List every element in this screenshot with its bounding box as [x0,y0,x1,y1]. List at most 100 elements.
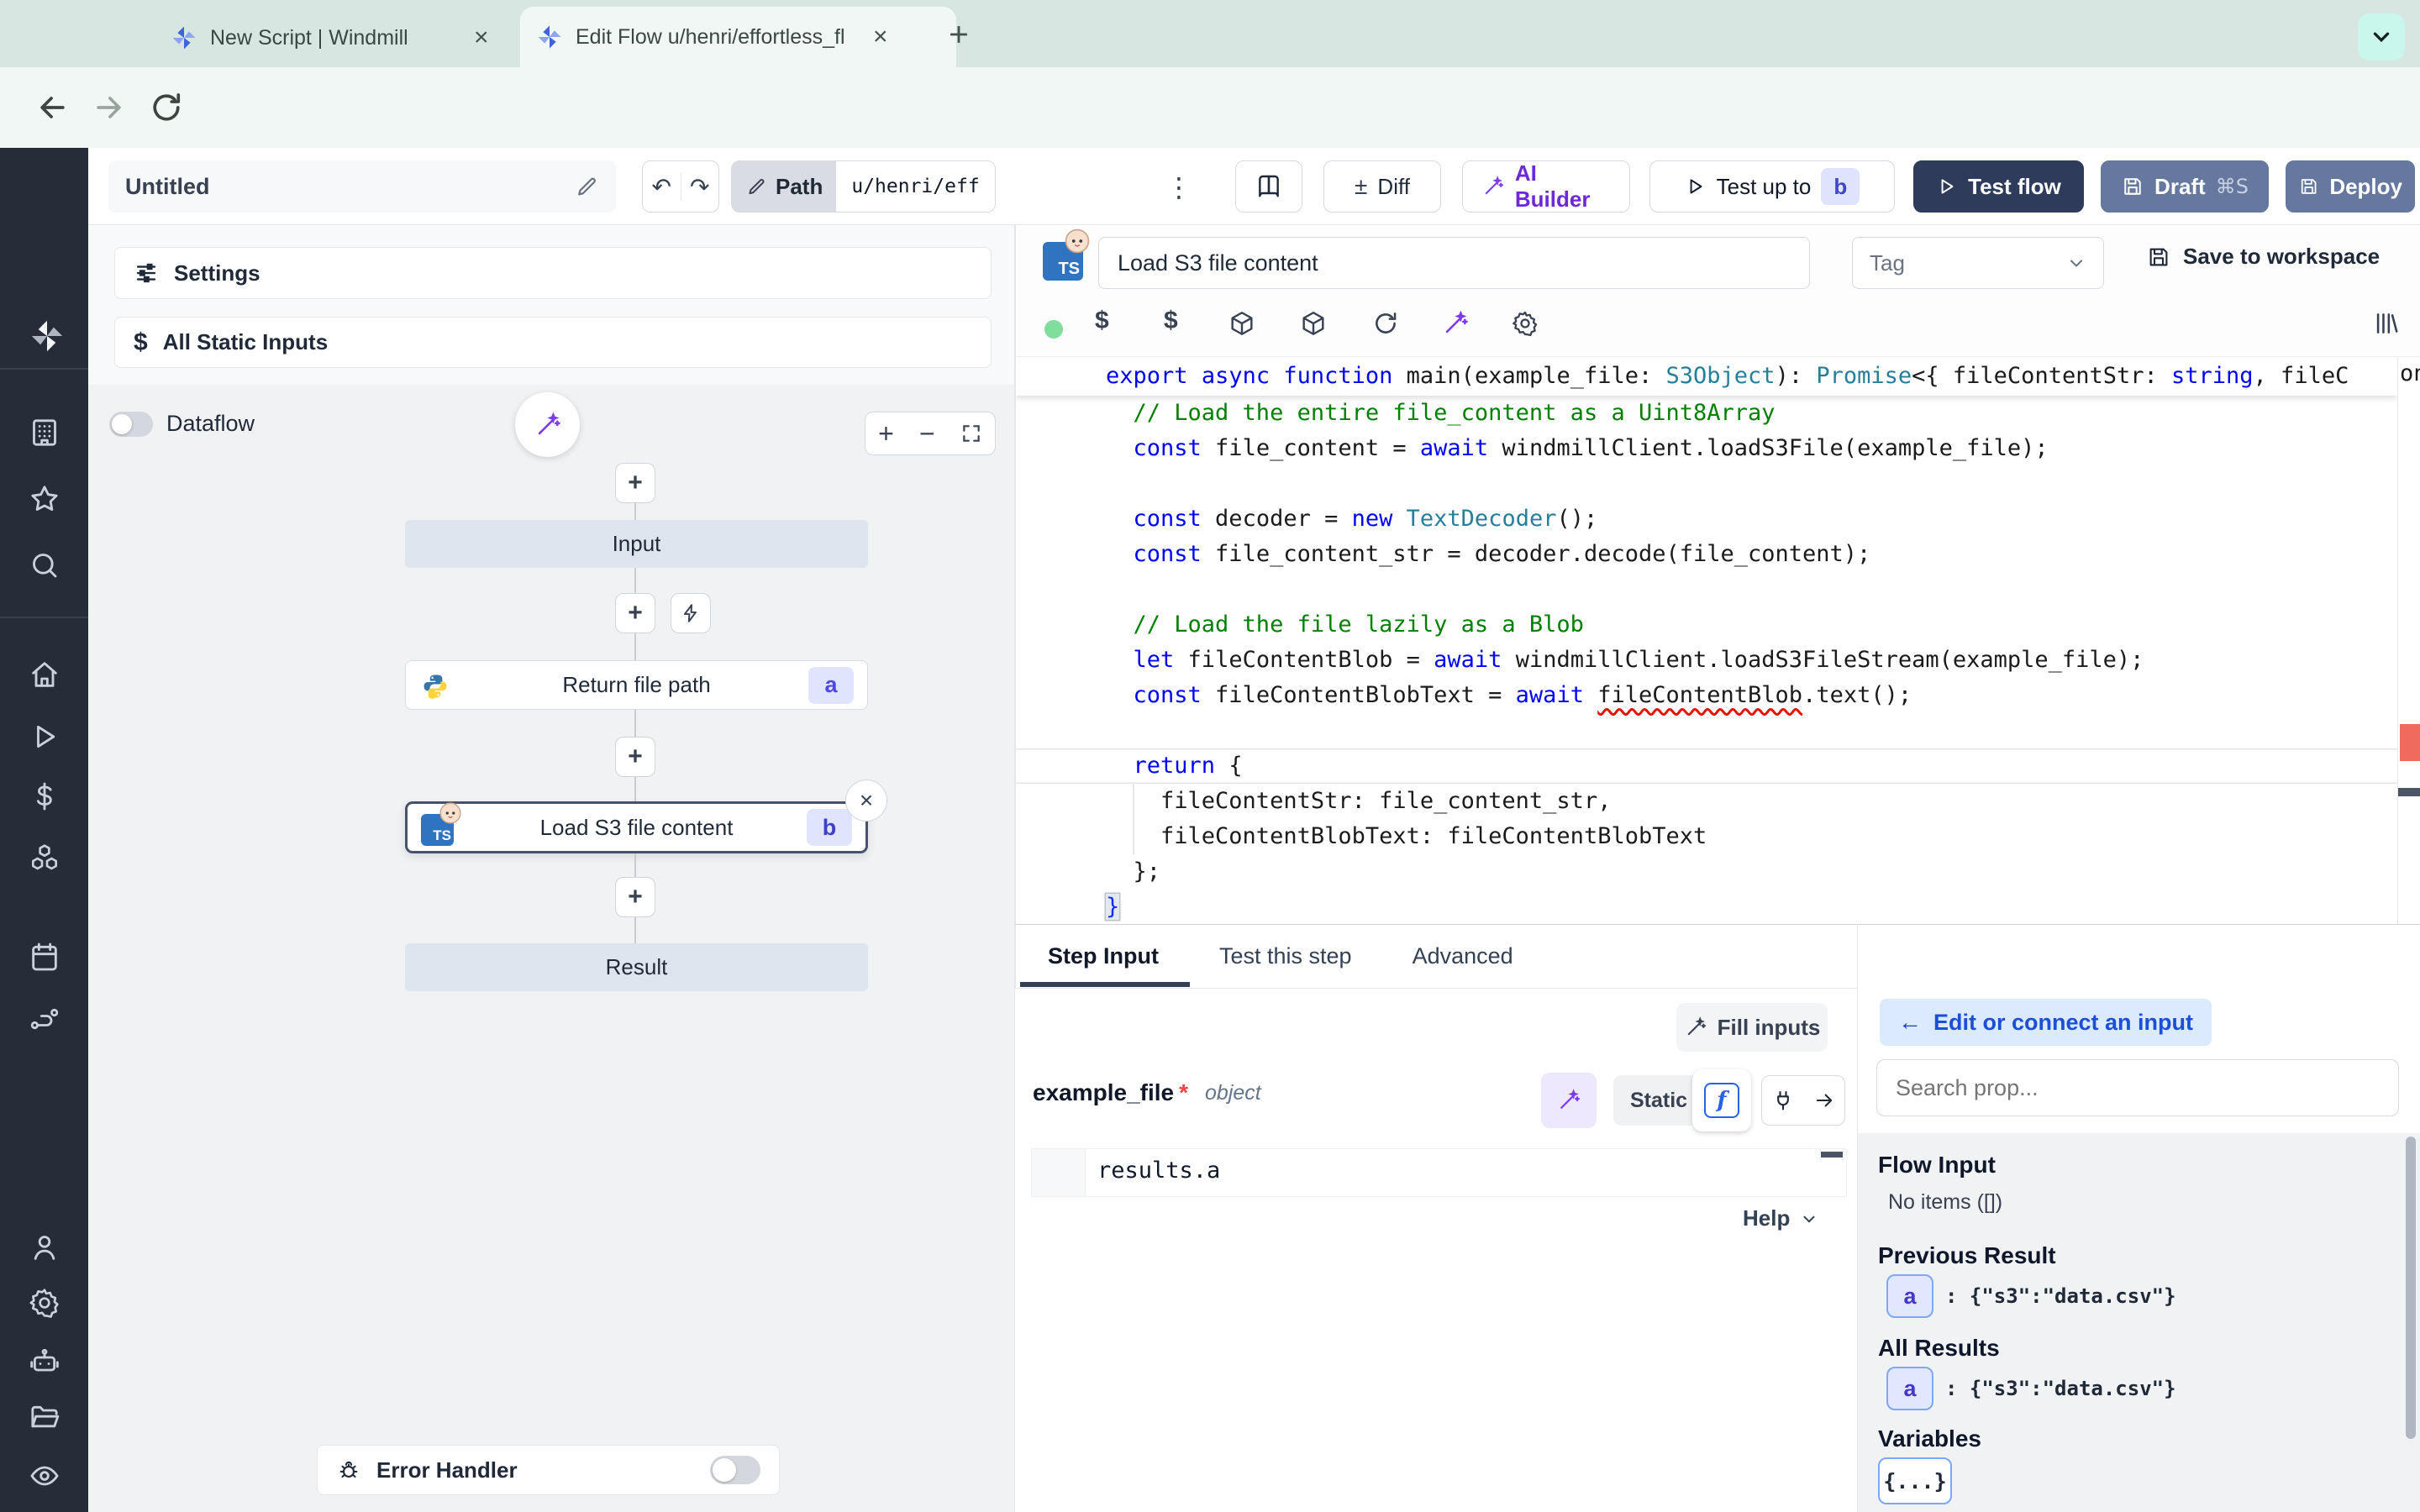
settings-gear-icon[interactable] [28,1286,61,1320]
variables-badge[interactable]: {...} [1878,1457,1952,1504]
static-option[interactable]: Static [1630,1089,1687,1113]
undo-button[interactable]: ↶ [643,173,681,201]
browser-tab-inactive[interactable]: New Script | Windmill × [155,8,546,67]
tag-select[interactable]: Tag [1852,237,2104,289]
workers-robot-icon[interactable] [28,1345,61,1378]
assets-dollar-icon[interactable]: $ [1095,307,1109,335]
ai-fill-field-button[interactable] [1541,1073,1597,1128]
home-icon[interactable] [28,658,61,691]
step-title-input[interactable] [1098,237,1810,289]
zoom-in-icon[interactable]: + [878,418,894,449]
redo-button[interactable]: ↷ [681,173,719,201]
edit-or-connect-button[interactable]: ← Edit or connect an input [1880,999,2212,1046]
code-line[interactable]: const decoder = new TextDecoder(); [1016,501,2397,537]
props-scrollbar[interactable] [2406,1137,2416,1439]
code-line[interactable]: const file_content_str = decoder.decode(… [1016,537,2397,572]
settings-button[interactable]: Settings [114,247,992,299]
flow-node-a[interactable]: Return file path a [405,660,868,710]
favorites-star-icon[interactable] [28,482,61,516]
test-up-to-button[interactable]: Test up to b [1649,160,1895,213]
runs-icon[interactable] [28,720,61,753]
flow-node-b-selected[interactable]: TS Load S3 file content b × [405,801,868,853]
path-label-segment[interactable]: Path [732,161,836,212]
code-line[interactable]: // Load the entire file_content as a Uin… [1016,396,2397,431]
code-line[interactable]: return { [1016,748,2397,784]
flow-canvas[interactable]: Dataflow + − + Input + Return file path [88,385,1015,1512]
add-step-button[interactable]: + [615,463,655,503]
expr-text[interactable]: results.a [1097,1158,1220,1184]
ai-builder-button[interactable]: AI Builder [1462,160,1630,213]
code-line[interactable] [1016,572,2397,607]
add-step-button[interactable]: + [615,877,655,917]
code-line[interactable]: const fileContentBlobText = await fileCo… [1016,678,2397,713]
code-line[interactable]: const file_content = await windmillClien… [1016,431,2397,466]
reload-icon[interactable] [1371,309,1400,338]
remove-node-icon[interactable]: × [845,780,887,822]
fill-inputs-button[interactable]: Fill inputs [1676,1003,1828,1052]
code-line[interactable]: // Load the file lazily as a Blob [1016,607,2397,643]
help-dropdown[interactable]: Help [1743,1205,1818,1231]
new-tab-icon[interactable] [944,20,973,49]
docs-button[interactable] [1235,160,1302,213]
library-icon[interactable] [2372,309,2401,338]
tab-advanced[interactable]: Advanced [1413,943,1513,969]
code-line[interactable]: }; [1016,854,2397,890]
path-control[interactable]: Path u/henri/eff [731,160,996,213]
add-step-button[interactable]: + [615,737,655,777]
fx-option-selected[interactable]: f [1692,1069,1751,1131]
code-editor[interactable]: export async function main(example_file:… [1015,357,2397,924]
dataflow-toggle[interactable] [109,412,153,437]
error-handler-toggle[interactable] [710,1456,760,1484]
scrollbar-thumb[interactable] [2398,788,2420,796]
code-line[interactable] [1016,466,2397,501]
path-value[interactable]: u/henri/eff [836,161,994,212]
editor-settings-gear-icon[interactable] [1511,309,1539,338]
add-trigger-button[interactable] [671,593,711,633]
code-line[interactable]: fileContentBlobText: fileContentBlobText [1016,819,2397,854]
result-badge[interactable]: a [1886,1274,1933,1318]
test-flow-button[interactable]: Test flow [1913,160,2084,213]
deploy-button[interactable]: Deploy [2286,160,2415,213]
all-results-row[interactable]: a : {"s3":"data.csv"} [1886,1367,2176,1410]
search-icon[interactable] [28,549,61,582]
flow-result-node[interactable]: Result [405,943,868,991]
arrow-right-icon[interactable] [1813,1089,1835,1111]
code-line[interactable]: let fileContentBlob = await windmillClie… [1016,643,2397,678]
users-icon[interactable] [28,1231,61,1264]
search-prop-input[interactable] [1876,1059,2399,1116]
folders-icon[interactable] [28,1400,61,1434]
error-handler-row[interactable]: Error Handler [317,1445,780,1495]
reload-icon[interactable] [148,89,185,126]
windmill-logo-icon[interactable] [28,317,66,355]
plug-icon[interactable] [1771,1089,1795,1112]
forward-icon[interactable] [91,89,128,126]
flow-ai-button[interactable] [515,392,580,457]
ai-wand-icon[interactable] [1441,309,1470,338]
diff-button[interactable]: ± Diff [1323,160,1441,213]
more-options-kebab-icon[interactable]: ⋮ [1166,166,1192,208]
code-line[interactable]: fileContentStr: file_content_str, [1016,784,2397,819]
tab-test-this-step[interactable]: Test this step [1219,943,1352,969]
code-line[interactable] [1016,713,2397,748]
code-line[interactable]: } [1016,890,2397,924]
browser-tab-active[interactable]: Edit Flow u/henri/effortless_fl × [520,7,956,67]
zoom-out-icon[interactable]: − [919,418,935,449]
flow-name-field[interactable]: Untitled [108,160,616,213]
variables-icon[interactable] [28,780,61,813]
expr-editor[interactable]: results.a [1086,1149,1846,1196]
schedules-icon[interactable] [28,940,61,974]
tab-search-button[interactable] [2358,13,2405,60]
package-icon[interactable] [1299,309,1328,338]
back-icon[interactable] [34,89,71,126]
all-static-inputs-button[interactable]: $ All Static Inputs [114,317,992,368]
draft-button[interactable]: Draft ⌘S [2101,160,2269,213]
routes-icon[interactable] [28,1002,61,1036]
tab-close-icon[interactable]: × [873,24,888,50]
code-lines[interactable]: // Load the entire file_content as a Uin… [1016,357,2397,924]
tab-step-input[interactable]: Step Input [1048,943,1159,969]
audit-eye-icon[interactable] [28,1459,61,1493]
workspace-icon[interactable] [28,416,61,449]
save-to-workspace-button[interactable]: Save to workspace [2146,244,2380,270]
add-step-button[interactable]: + [615,593,655,633]
previous-result-row[interactable]: a : {"s3":"data.csv"} [1886,1274,2176,1318]
